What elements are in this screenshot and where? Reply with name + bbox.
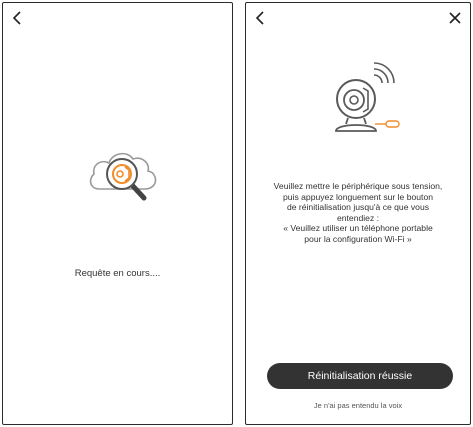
back-arrow-icon[interactable] xyxy=(252,9,270,27)
reset-success-button[interactable]: Réinitialisation réussie xyxy=(267,363,453,389)
reset-instructions-screen: Veuillez mettre le périphérique sous ten… xyxy=(245,2,471,425)
status-text: Requête en cours.... xyxy=(74,268,161,279)
instruction-line: de réinitialisation jusqu'à ce que vous xyxy=(286,202,430,213)
cloud-search-icon xyxy=(85,141,169,207)
camera-reset-icon xyxy=(324,61,416,143)
close-icon[interactable] xyxy=(446,9,464,27)
instruction-line: Veuillez mettre le périphérique sous ten… xyxy=(273,181,443,191)
no-voice-heard-link[interactable]: Je n'ai pas entendu la voix xyxy=(246,401,470,410)
instruction-line: entendiez : xyxy=(336,212,380,223)
instruction-line: puis appuyez longuement sur le bouton xyxy=(282,191,434,202)
reset-instructions: Veuillez mettre le périphérique sous ten… xyxy=(254,181,462,245)
instruction-line: « Veuillez utiliser un téléphone portabl… xyxy=(283,223,433,234)
back-arrow-icon[interactable] xyxy=(9,9,27,27)
searching-screen: Requête en cours.... xyxy=(2,2,233,425)
instruction-line: pour la configuration Wi-Fi » xyxy=(304,233,412,244)
